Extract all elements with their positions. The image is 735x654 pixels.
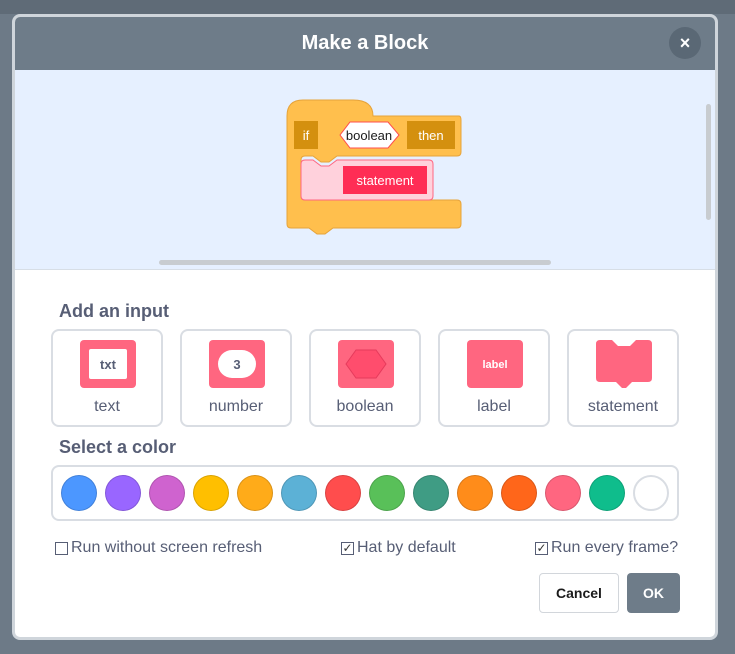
color-swatch[interactable] — [193, 475, 229, 511]
run-without-refresh-option[interactable]: Run without screen refresh — [55, 539, 262, 557]
hat-by-default-label: Hat by default — [357, 539, 456, 556]
color-swatch[interactable] — [633, 475, 669, 511]
color-swatch[interactable] — [281, 475, 317, 511]
color-swatch[interactable] — [369, 475, 405, 511]
custom-block-preview[interactable]: if boolean then statement — [283, 94, 463, 236]
select-color-heading: Select a color — [59, 437, 177, 457]
run-every-frame-option[interactable]: ✓ Run every frame? — [535, 539, 678, 557]
label-input-label: label — [477, 398, 511, 415]
ok-button[interactable]: OK — [627, 573, 680, 613]
number-input-icon: 3 — [209, 340, 265, 388]
hat-by-default-checkbox[interactable]: ✓ — [341, 541, 354, 555]
text-input-icon: txt — [80, 340, 136, 388]
statement-param-label: statement — [356, 173, 413, 188]
svg-text:label: label — [482, 359, 507, 371]
add-number-input-button[interactable]: 3 number — [180, 329, 292, 427]
label-input-icon: label — [467, 340, 523, 388]
boolean-input-label: boolean — [336, 398, 394, 415]
dialog-header: Make a Block × — [15, 17, 715, 70]
color-swatch[interactable] — [589, 475, 625, 511]
run-every-frame-label: Run every frame? — [551, 539, 679, 556]
close-button[interactable]: × — [669, 27, 701, 59]
add-text-input-button[interactable]: txt text — [51, 329, 163, 427]
horizontal-scrollbar[interactable] — [159, 260, 551, 265]
color-swatch[interactable] — [501, 475, 537, 511]
add-input-heading: Add an input — [59, 301, 169, 321]
add-label-button[interactable]: label label — [438, 329, 550, 427]
statement-input-label: statement — [587, 398, 659, 415]
svg-text:3: 3 — [233, 357, 240, 372]
if-label: if — [303, 128, 310, 143]
then-label: then — [418, 128, 443, 143]
color-swatch[interactable] — [545, 475, 581, 511]
vertical-scrollbar[interactable] — [706, 104, 711, 220]
color-swatch[interactable] — [61, 475, 97, 511]
number-input-label: number — [208, 398, 264, 415]
color-picker — [51, 465, 679, 521]
color-swatch[interactable] — [413, 475, 449, 511]
boolean-input-icon — [338, 340, 394, 388]
backdrop — [0, 0, 735, 14]
color-swatch[interactable] — [237, 475, 273, 511]
svg-text:txt: txt — [100, 357, 117, 372]
statement-input-icon — [596, 340, 652, 388]
add-statement-input-button[interactable]: statement — [567, 329, 679, 427]
boolean-param-label: boolean — [346, 128, 392, 143]
add-boolean-input-button[interactable]: boolean — [309, 329, 421, 427]
text-input-label: text — [94, 398, 120, 415]
color-swatch[interactable] — [105, 475, 141, 511]
make-a-block-dialog: Make a Block × if boolean then statement… — [12, 14, 718, 640]
dialog-title: Make a Block — [301, 32, 429, 54]
color-swatch[interactable] — [457, 475, 493, 511]
cancel-button[interactable]: Cancel — [539, 573, 619, 613]
block-preview-area: if boolean then statement — [15, 70, 715, 270]
run-without-refresh-label: Run without screen refresh — [71, 539, 263, 556]
color-swatch[interactable] — [325, 475, 361, 511]
run-every-frame-checkbox[interactable]: ✓ — [535, 541, 548, 555]
close-icon: × — [679, 32, 691, 53]
color-swatch[interactable] — [149, 475, 185, 511]
hat-by-default-option[interactable]: ✓ Hat by default — [341, 539, 456, 557]
run-without-refresh-checkbox[interactable] — [55, 541, 68, 555]
